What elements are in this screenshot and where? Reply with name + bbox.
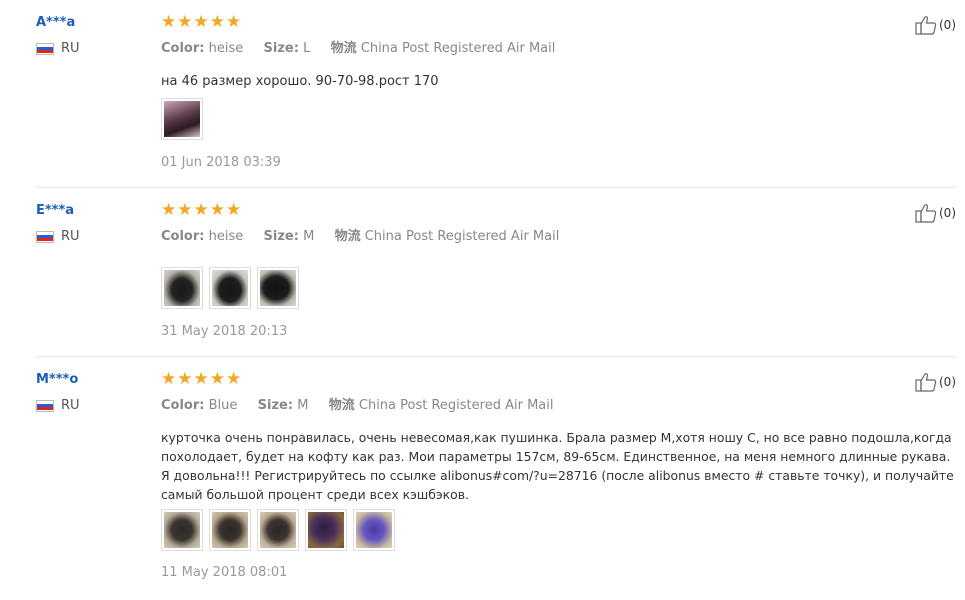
size-label: Size:	[263, 41, 299, 56]
like-button[interactable]: (0)	[915, 372, 956, 392]
color-label: Color:	[161, 398, 205, 413]
thumbs-up-icon	[915, 373, 937, 392]
color-label: Color:	[161, 229, 205, 244]
reviewer-name[interactable]: M***o	[36, 372, 78, 387]
star-rating: ★★★★★	[161, 12, 243, 32]
country-code: RU	[61, 398, 80, 413]
review-photos	[161, 267, 299, 309]
review-photo-thumbnail[interactable]	[161, 267, 203, 309]
star-rating: ★★★★★	[161, 200, 243, 220]
review-text: курточка очень понравилась, очень невесо…	[161, 430, 954, 502]
reviewer-country: RU	[36, 41, 80, 56]
review-photo-thumbnail[interactable]	[161, 98, 203, 140]
size-value: L	[303, 41, 311, 56]
thumbs-up-icon	[915, 16, 937, 35]
russia-flag-icon	[36, 399, 54, 412]
review-item: A***a RU ★★★★★ Color: heise Size: L 物流 C…	[36, 0, 956, 188]
shipping-label: 物流	[330, 41, 357, 56]
like-button[interactable]: (0)	[915, 203, 956, 223]
like-count: (0)	[939, 375, 956, 389]
country-code: RU	[61, 41, 80, 56]
review-photo-thumbnail[interactable]	[257, 267, 299, 309]
review-date: 01 Jun 2018 03:39	[161, 155, 281, 170]
review-photo-thumbnail[interactable]	[209, 509, 251, 551]
size-label: Size:	[263, 229, 299, 244]
color-value: heise	[208, 41, 244, 56]
review-photos	[161, 509, 395, 551]
country-code: RU	[61, 229, 80, 244]
review-text: на 46 размер хорошо. 90-70-98.рост 170	[161, 74, 439, 89]
color-value: heise	[208, 229, 244, 244]
review-item: E***a RU ★★★★★ Color: heise Size: M 物流 C…	[36, 188, 956, 357]
reviewer-name[interactable]: E***a	[36, 203, 74, 218]
size-value: M	[297, 398, 309, 413]
reviewer-name[interactable]: A***a	[36, 15, 75, 30]
color-value: Blue	[208, 398, 238, 413]
like-count: (0)	[939, 18, 956, 32]
like-count: (0)	[939, 206, 956, 220]
review-date: 11 May 2018 08:01	[161, 565, 288, 580]
size-label: Size:	[257, 398, 294, 413]
review-photo-thumbnail[interactable]	[305, 509, 347, 551]
review-item: M***o RU ★★★★★ Color: Blue Size: M 物流 Ch…	[36, 357, 956, 600]
review-photo-thumbnail[interactable]	[161, 509, 203, 551]
review-date: 31 May 2018 20:13	[161, 324, 288, 339]
review-photo-thumbnail[interactable]	[257, 509, 299, 551]
order-attributes: Color: heise Size: M 物流 China Post Regis…	[161, 225, 559, 244]
size-value: M	[303, 229, 315, 244]
star-rating: ★★★★★	[161, 369, 243, 389]
review-photo-thumbnail[interactable]	[209, 267, 251, 309]
reviewer-country: RU	[36, 398, 80, 413]
reviewer-country: RU	[36, 229, 80, 244]
shipping-value: China Post Registered Air Mail	[364, 229, 560, 244]
thumbs-up-icon	[915, 204, 937, 223]
russia-flag-icon	[36, 230, 54, 243]
shipping-label: 物流	[328, 398, 355, 413]
like-button[interactable]: (0)	[915, 15, 956, 35]
order-attributes: Color: heise Size: L 物流 China Post Regis…	[161, 37, 555, 56]
shipping-value: China Post Registered Air Mail	[358, 398, 554, 413]
color-label: Color:	[161, 41, 205, 56]
review-photo-thumbnail[interactable]	[353, 509, 395, 551]
order-attributes: Color: Blue Size: M 物流 China Post Regist…	[161, 394, 553, 413]
russia-flag-icon	[36, 42, 54, 55]
shipping-value: China Post Registered Air Mail	[360, 41, 556, 56]
shipping-label: 物流	[334, 229, 361, 244]
review-photos	[161, 98, 203, 140]
